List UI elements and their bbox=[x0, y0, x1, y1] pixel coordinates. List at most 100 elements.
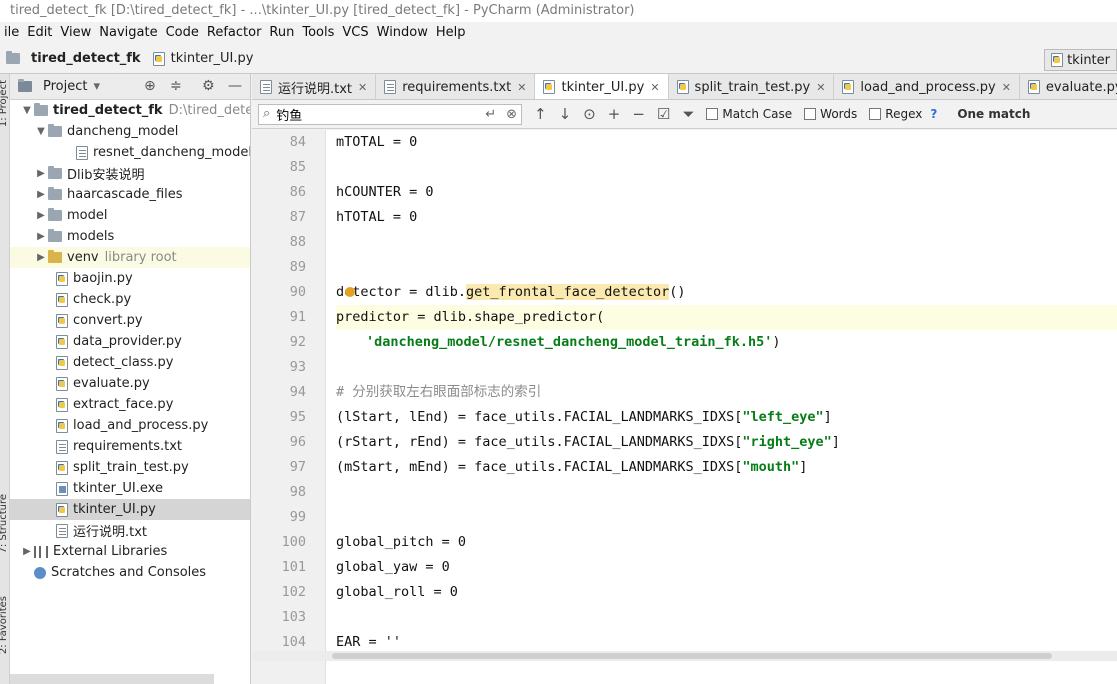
code-line: 100 global_pitch = 0 bbox=[282, 530, 1117, 555]
tab-split-train-test[interactable]: split_train_test.py ✕ bbox=[669, 74, 835, 99]
tree-item-external-libraries[interactable]: ▶ External Libraries bbox=[10, 541, 250, 562]
tree-item-data-provider[interactable]: data_provider.py bbox=[10, 331, 250, 352]
remove-occurrence-icon[interactable]: − bbox=[632, 105, 645, 123]
python-file-icon bbox=[842, 80, 855, 94]
checkbox-box[interactable] bbox=[706, 108, 719, 120]
tree-item-tkinter-py[interactable]: tkinter_UI.py bbox=[10, 499, 250, 520]
folder-icon bbox=[48, 166, 62, 179]
chevron-right-icon[interactable]: ▶ bbox=[34, 189, 48, 200]
project-tool-button[interactable]: 1: Project bbox=[0, 80, 9, 127]
favorites-tool-button[interactable]: 2: Favorites bbox=[0, 596, 9, 654]
close-icon[interactable]: ✕ bbox=[517, 81, 526, 94]
tree-item-run-notes[interactable]: 运行说明.txt bbox=[10, 520, 250, 541]
regex-help-link[interactable]: ? bbox=[930, 107, 937, 121]
menu-window[interactable]: Window bbox=[373, 22, 432, 44]
tree-item-evaluate[interactable]: evaluate.py bbox=[10, 373, 250, 394]
next-occurrence-icon[interactable]: ↓ bbox=[559, 105, 572, 123]
filter-icon[interactable]: ⏷ bbox=[682, 105, 694, 123]
breadcrumb-project[interactable]: tired_detect_fk bbox=[0, 51, 147, 66]
menu-edit[interactable]: Edit bbox=[23, 22, 56, 44]
intention-bulb-icon[interactable] bbox=[345, 287, 355, 297]
tree-item-scratches[interactable]: Scratches and Consoles bbox=[10, 562, 250, 583]
structure-tool-button[interactable]: 7: Structure bbox=[0, 494, 9, 553]
find-input-box[interactable]: ⌕ ↵ ⊗ bbox=[258, 103, 522, 125]
new-line-icon[interactable]: ↵ bbox=[485, 106, 496, 124]
breadcrumb-file-label: tkinter_UI.py bbox=[170, 51, 254, 66]
python-file-icon bbox=[56, 376, 68, 391]
tree-item-tkinter-exe[interactable]: tkinter_UI.exe bbox=[10, 478, 250, 499]
regex-checkbox[interactable]: Regex bbox=[869, 107, 922, 121]
tree-item-haarcascade[interactable]: ▶ haarcascade_files bbox=[10, 184, 250, 205]
locate-icon[interactable]: ⊕ bbox=[144, 78, 156, 94]
find-input[interactable] bbox=[276, 106, 457, 122]
tree-item-requirements[interactable]: requirements.txt bbox=[10, 436, 250, 457]
tab-tkinter-ui[interactable]: tkinter_UI.py ✕ bbox=[535, 74, 669, 99]
tree-item-convert[interactable]: convert.py bbox=[10, 310, 250, 331]
tab-label: requirements.txt bbox=[402, 79, 512, 95]
project-view-selector[interactable]: Project bbox=[43, 79, 87, 94]
tree-item-dancheng-model[interactable]: ▼ dancheng_model bbox=[10, 121, 250, 142]
tab-run-notes[interactable]: 运行说明.txt ✕ bbox=[252, 74, 377, 99]
chevron-right-icon[interactable]: ▶ bbox=[34, 252, 48, 263]
chevron-right-icon[interactable]: ▶ bbox=[20, 546, 34, 557]
words-checkbox[interactable]: Words bbox=[804, 107, 857, 121]
gear-icon[interactable]: ⚙ bbox=[202, 78, 215, 94]
dropdown-icon[interactable]: ▾ bbox=[93, 78, 100, 96]
menu-view[interactable]: View bbox=[56, 22, 95, 44]
file-icon bbox=[76, 145, 88, 160]
horizontal-scrollbar[interactable] bbox=[252, 651, 1117, 661]
tree-root[interactable]: ▼ tired_detect_fk D:\tired_detect_fk bbox=[10, 100, 250, 121]
chevron-right-icon[interactable]: ▶ bbox=[34, 210, 48, 221]
tree-item-split-train-test[interactable]: split_train_test.py bbox=[10, 457, 250, 478]
scrollbar-thumb[interactable] bbox=[332, 653, 1052, 659]
menu-code[interactable]: Code bbox=[162, 22, 203, 44]
python-file-icon bbox=[56, 397, 68, 412]
menu-run[interactable]: Run bbox=[265, 22, 298, 44]
tree-item-venv[interactable]: ▶ venv library root bbox=[10, 247, 250, 268]
add-occurrence-icon[interactable]: + bbox=[608, 105, 621, 123]
menu-help[interactable]: Help bbox=[432, 22, 470, 44]
code-text: global_roll = 0 bbox=[336, 584, 458, 600]
close-icon[interactable]: ✕ bbox=[816, 81, 825, 94]
find-all-icon[interactable]: ⊙ bbox=[583, 105, 596, 123]
tree-item-load-and-process[interactable]: load_and_process.py bbox=[10, 415, 250, 436]
collapse-icon[interactable]: ≑ bbox=[170, 78, 182, 94]
tab-evaluate[interactable]: evaluate.py ✕ bbox=[1020, 74, 1117, 99]
menu-vcs[interactable]: VCS bbox=[338, 22, 372, 44]
close-icon[interactable]: ✕ bbox=[358, 81, 367, 94]
select-all-occurrences-icon[interactable]: ☑ bbox=[657, 105, 670, 123]
tree-item-baojin[interactable]: baojin.py bbox=[10, 268, 250, 289]
chevron-down-icon[interactable]: ▼ bbox=[20, 105, 34, 116]
tab-requirements[interactable]: requirements.txt ✕ bbox=[376, 74, 536, 99]
chevron-right-icon[interactable]: ▶ bbox=[34, 231, 48, 242]
checkbox-box[interactable] bbox=[804, 108, 817, 120]
chevron-right-icon[interactable]: ▶ bbox=[34, 168, 48, 179]
chevron-down-icon[interactable]: ▼ bbox=[34, 126, 48, 137]
menu-tools[interactable]: Tools bbox=[298, 22, 338, 44]
tab-load-and-process[interactable]: load_and_process.py ✕ bbox=[834, 74, 1020, 99]
editor-tab-bar: 运行说明.txt ✕ requirements.txt ✕ tkinter_UI… bbox=[252, 74, 1117, 100]
tree-item-check[interactable]: check.py bbox=[10, 289, 250, 310]
nav-right-file[interactable]: tkinter bbox=[1044, 49, 1117, 71]
tree-item-models[interactable]: ▶ models bbox=[10, 226, 250, 247]
match-case-checkbox[interactable]: Match Case bbox=[706, 107, 792, 121]
minimize-icon[interactable]: — bbox=[228, 78, 242, 94]
breadcrumb-file[interactable]: tkinter_UI.py bbox=[147, 51, 260, 66]
clear-search-icon[interactable]: ⊗ bbox=[506, 106, 517, 124]
close-icon[interactable]: ✕ bbox=[650, 81, 659, 94]
previous-occurrence-icon[interactable]: ↑ bbox=[534, 105, 547, 123]
menu-navigate[interactable]: Navigate bbox=[95, 22, 161, 44]
tree-item-detect-class[interactable]: detect_class.py bbox=[10, 352, 250, 373]
tree-item-dlib[interactable]: ▶ Dlib安装说明 bbox=[10, 163, 250, 184]
tree-item-extract-face[interactable]: extract_face.py bbox=[10, 394, 250, 415]
panel-scrollbar[interactable] bbox=[10, 674, 214, 684]
tree-item-model-file[interactable]: resnet_dancheng_model_tra bbox=[10, 142, 250, 163]
checkbox-box[interactable] bbox=[869, 108, 882, 120]
tree-item-model[interactable]: ▶ model bbox=[10, 205, 250, 226]
menu-file[interactable]: ile bbox=[0, 22, 23, 44]
menu-refactor[interactable]: Refactor bbox=[203, 22, 266, 44]
close-icon[interactable]: ✕ bbox=[1002, 81, 1011, 94]
search-icon[interactable]: ⌕ bbox=[263, 105, 270, 123]
code-editor[interactable]: 84 mTOTAL = 0 85 86 hCOUNTER = 0 87 hTOTAL … bbox=[252, 130, 1117, 684]
code-area[interactable]: 84 mTOTAL = 0 85 86 hCOUNTER = 0 87 hTOTAL … bbox=[282, 130, 1117, 684]
